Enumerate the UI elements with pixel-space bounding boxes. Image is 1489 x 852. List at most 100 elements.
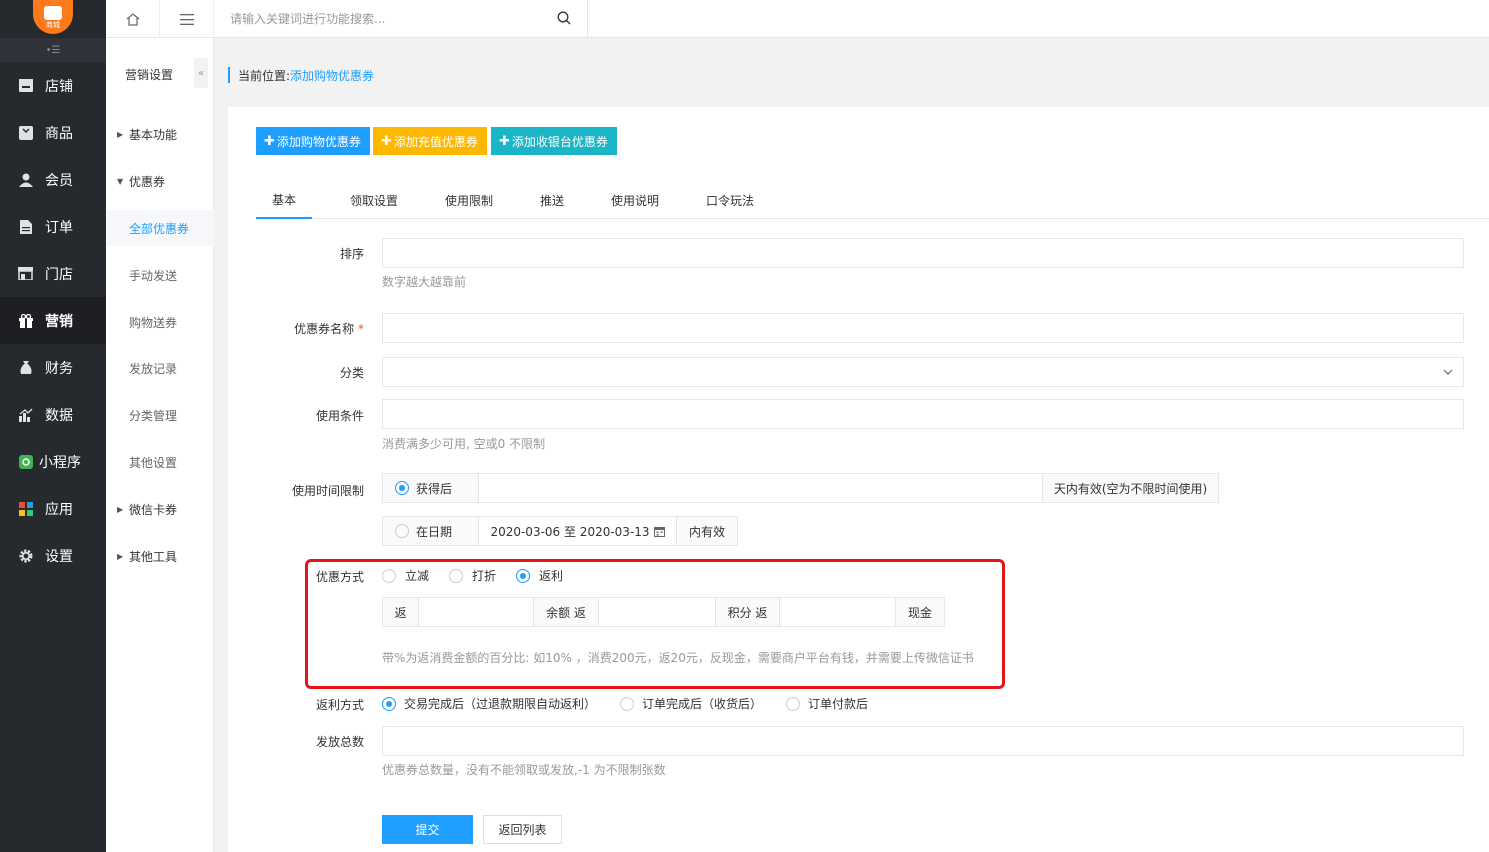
time-date-option[interactable]: 在日期	[382, 516, 479, 546]
subnav-item-category-manage[interactable]: 分类管理	[106, 403, 214, 427]
button-label: 添加收银台优惠券	[511, 134, 608, 149]
radio-checked-icon	[382, 696, 396, 711]
sidebar-collapse-toggle[interactable]: •☰	[0, 38, 106, 62]
tab-push[interactable]: 推送	[540, 182, 564, 219]
caret-right-icon: ▶	[117, 551, 124, 561]
collapse-icon: •☰	[45, 44, 61, 56]
condition-label: 使用条件	[315, 409, 364, 423]
return-value-input[interactable]	[418, 597, 534, 627]
time-after-label: 获得后	[416, 481, 453, 496]
add-recharge-coupon-button[interactable]: ✚ 添加充值优惠券	[373, 127, 487, 155]
nav-item-finance[interactable]: 财务	[0, 344, 106, 391]
tab-usage-notes[interactable]: 使用说明	[611, 182, 659, 219]
date-range-input[interactable]: 2020-03-06 至 2020-03-13	[478, 516, 677, 546]
subnav-group-other-tools[interactable]: ▶ 其他工具	[106, 544, 214, 568]
time-after-option[interactable]: 获得后	[382, 473, 479, 503]
balance-return-input[interactable]	[598, 597, 716, 627]
plus-icon: ✚	[381, 133, 392, 149]
home-icon	[126, 12, 139, 26]
radio-label: 返利	[539, 569, 564, 583]
main-sidebar: 商城 •☰ 店铺 商品 会员 订单 门店 营销 财务 数据 小程序 应用 设置	[0, 0, 106, 852]
radio-label: 立减	[405, 569, 430, 583]
nav-label: 应用	[45, 501, 73, 518]
subnav-group-coupon[interactable]: ▼ 优惠券	[106, 169, 214, 193]
nav-item-miniprogram[interactable]: 小程序	[0, 438, 106, 485]
breadcrumb-current[interactable]: 添加购物优惠券	[290, 67, 374, 84]
subnav-group-wechat-card[interactable]: ▶ 微信卡券	[106, 497, 214, 521]
subnav-item-shopping-gift[interactable]: 购物送券	[106, 310, 214, 334]
condition-input[interactable]	[382, 399, 1464, 429]
discount-option-percent[interactable]: 打折	[449, 567, 496, 584]
subnav-label: 基本功能	[129, 127, 178, 142]
tab-receive-settings[interactable]: 领取设置	[350, 182, 398, 219]
tab-basic[interactable]: 基本	[256, 182, 312, 219]
button-label: 添加充值优惠券	[393, 134, 478, 149]
nav-item-goods[interactable]: 商品	[0, 109, 106, 156]
search-icon[interactable]	[557, 11, 571, 25]
nav-item-store[interactable]: 店铺	[0, 62, 106, 109]
sub-sidebar-collapse-button[interactable]: «	[194, 58, 208, 88]
tab-usage-limit[interactable]: 使用限制	[445, 182, 493, 219]
home-button[interactable]	[106, 0, 160, 38]
total-hint: 优惠券总数量，没有不能领取或发放,-1 为不限制张数	[382, 763, 666, 777]
nav-label: 设置	[45, 548, 73, 565]
caret-right-icon: ▶	[117, 504, 124, 514]
points-return-label: 积分 返	[715, 597, 780, 627]
nav-label: 数据	[45, 407, 73, 424]
category-select[interactable]	[382, 357, 1464, 387]
radio-label: 交易完成后（过退款期限自动返利）	[404, 697, 597, 711]
discount-option-instant[interactable]: 立减	[382, 567, 429, 584]
radio-unchecked-icon	[449, 568, 464, 583]
add-cashier-coupon-button[interactable]: ✚ 添加收银台优惠券	[491, 127, 617, 155]
nav-item-order[interactable]: 订单	[0, 203, 106, 250]
nav-item-marketing[interactable]: 营销	[0, 297, 106, 344]
rebate-mode-radios: 交易完成后（过退款期限自动返利） 订单完成后（收货后） 订单付款后	[382, 695, 868, 712]
time-date-label: 在日期	[416, 524, 453, 539]
sort-input[interactable]	[382, 238, 1464, 268]
subnav-item-other-settings[interactable]: 其他设置	[106, 450, 214, 474]
tab-label: 使用限制	[445, 194, 494, 208]
button-label: 添加购物优惠券	[276, 134, 361, 149]
chevron-down-icon	[1443, 369, 1453, 375]
subnav-label: 其他设置	[129, 455, 178, 470]
subnav-label: 购物送券	[129, 315, 178, 330]
submit-button[interactable]: 提交	[382, 815, 473, 844]
add-shopping-coupon-button[interactable]: ✚ 添加购物优惠券	[256, 127, 370, 155]
subnav-group-basic[interactable]: ▶ 基本功能	[106, 122, 214, 146]
logo[interactable]: 商城	[33, 0, 73, 34]
chart-icon	[18, 407, 33, 422]
nav-item-settings[interactable]: 设置	[0, 532, 106, 579]
radio-unchecked-icon	[620, 696, 635, 711]
radio-label: 订单付款后	[808, 697, 869, 711]
back-to-list-button[interactable]: 返回列表	[483, 815, 562, 844]
rebate-option-after-trade[interactable]: 交易完成后（过退款期限自动返利）	[382, 695, 596, 712]
tab-password-play[interactable]: 口令玩法	[706, 182, 754, 219]
subnav-item-all-coupons[interactable]: 全部优惠券	[106, 210, 214, 246]
days-valid-input[interactable]	[478, 473, 1043, 503]
nav-item-apps[interactable]: 应用	[0, 485, 106, 532]
nav-label: 营销	[45, 313, 73, 330]
rebate-option-after-complete[interactable]: 订单完成后（收货后）	[620, 695, 762, 712]
tab-label: 使用说明	[611, 194, 660, 208]
discount-option-rebate[interactable]: 返利	[516, 567, 563, 584]
subnav-item-manual-send[interactable]: 手动发送	[106, 263, 214, 287]
store-icon	[18, 78, 33, 93]
search-input[interactable]	[230, 4, 550, 34]
radio-unchecked-icon	[382, 568, 396, 583]
goods-icon	[18, 125, 33, 140]
apps-icon	[18, 501, 33, 516]
points-return-input[interactable]	[779, 597, 896, 627]
total-input[interactable]	[382, 726, 1464, 756]
nav-item-shop[interactable]: 门店	[0, 250, 106, 297]
gear-icon	[18, 548, 33, 563]
rebate-option-after-pay[interactable]: 订单付款后	[786, 695, 868, 712]
subnav-label: 微信卡券	[129, 502, 178, 517]
nav-item-data[interactable]: 数据	[0, 391, 106, 438]
nav-item-member[interactable]: 会员	[0, 156, 106, 203]
form-tabs: 基本 领取设置 使用限制 推送 使用说明 口令玩法	[256, 182, 1489, 219]
menu-button[interactable]	[160, 0, 214, 38]
sub-sidebar-header: 营销设置 «	[106, 56, 214, 92]
member-icon	[18, 172, 33, 187]
subnav-item-send-records[interactable]: 发放记录	[106, 356, 214, 380]
coupon-name-input[interactable]	[382, 313, 1464, 343]
